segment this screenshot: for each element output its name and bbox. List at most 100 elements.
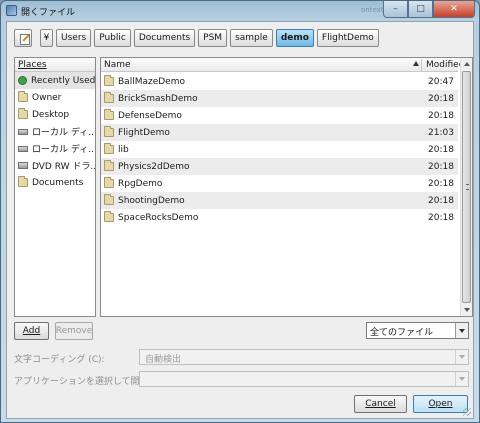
chevron-down-icon <box>455 323 468 338</box>
window-controls: – □ ✕ <box>383 1 475 18</box>
file-name: FlightDemo <box>118 127 170 138</box>
file-name: BrickSmashDemo <box>118 93 198 104</box>
folder-icon <box>104 109 114 120</box>
folder-icon <box>18 176 28 187</box>
folder-icon <box>104 177 114 188</box>
maximize-icon: □ <box>416 4 425 14</box>
place-local-disk-2[interactable]: ローカル ディ... <box>15 140 95 157</box>
scroll-down-icon[interactable] <box>464 308 470 312</box>
file-row[interactable]: SpaceRocksDemo 20:18 <box>101 209 458 226</box>
file-name: ShootingDemo <box>118 195 185 206</box>
path-segment-root[interactable]: ¥ <box>40 29 53 47</box>
minimize-button[interactable]: – <box>383 1 408 18</box>
resize-grip-icon[interactable] <box>463 408 471 416</box>
window-title: 開くファイル <box>21 8 76 18</box>
sort-ascending-icon <box>413 61 419 66</box>
scroll-up-icon[interactable] <box>464 62 470 66</box>
file-modified: 20:47 <box>428 77 454 87</box>
file-row[interactable]: Physics2dDemo 20:18 <box>101 158 458 175</box>
file-name: Physics2dDemo <box>118 161 190 172</box>
cancel-button[interactable]: Cancel <box>354 395 407 413</box>
open-file-dialog: 開くファイル ontext – □ ✕ ¥ Users Public Docum… <box>0 0 480 423</box>
add-bookmark-button[interactable]: Add <box>14 322 49 340</box>
place-label: Owner <box>32 92 62 103</box>
path-segment-psm[interactable]: PSM <box>198 29 228 47</box>
file-modified: 20:18 <box>428 162 454 172</box>
encoding-select[interactable]: 自動検出 <box>139 349 469 365</box>
open-with-app-label: アプリケーションを選択して開く: <box>14 377 152 387</box>
place-local-disk-1[interactable]: ローカル ディ... <box>15 123 95 140</box>
chevron-down-icon <box>455 350 468 364</box>
folder-icon <box>104 160 114 171</box>
file-row[interactable]: lib 20:18 <box>101 141 458 158</box>
folder-icon <box>104 194 114 205</box>
close-icon: ✕ <box>450 4 458 14</box>
place-label: ローカル ディ... <box>32 145 95 155</box>
path-segment-sample[interactable]: sample <box>230 29 273 47</box>
place-label: ローカル ディ... <box>32 128 95 138</box>
title-bar[interactable]: 開くファイル ontext – □ ✕ <box>1 1 479 21</box>
places-header[interactable]: Places <box>15 58 95 72</box>
drive-icon <box>18 128 28 135</box>
place-label: Recently Used <box>31 75 95 86</box>
place-documents[interactable]: Documents <box>15 174 95 191</box>
encoding-label: 文字コーディング (C): <box>14 355 105 365</box>
file-list-scrollbar[interactable] <box>460 58 472 316</box>
file-modified: 20:18 <box>428 111 454 121</box>
file-type-filter[interactable]: 全てのファイル <box>366 322 469 339</box>
places-panel: Places Recently Used Owner Desktop ローカル … <box>14 57 96 317</box>
pencil-icon <box>19 33 30 45</box>
file-row[interactable]: DefenseDemo 20:18 <box>101 107 458 124</box>
column-divider <box>421 59 422 71</box>
file-name: BallMazeDemo <box>118 76 185 87</box>
modified-column-header[interactable]: Modified <box>426 60 464 70</box>
remove-bookmark-button[interactable]: Remove <box>55 322 93 340</box>
scrollbar-thumb[interactable] <box>462 71 471 303</box>
minimize-icon: – <box>393 4 398 14</box>
place-desktop[interactable]: Desktop <box>15 106 95 123</box>
folder-icon <box>104 143 114 154</box>
place-label: Documents <box>32 177 84 188</box>
close-button[interactable]: ✕ <box>433 1 475 18</box>
dialog-body: ¥ Users Public Documents PSM sample demo… <box>6 21 474 419</box>
file-type-filter-value: 全てのファイル <box>370 328 434 338</box>
place-owner[interactable]: Owner <box>15 89 95 106</box>
path-segment-users[interactable]: Users <box>56 29 92 47</box>
file-modified: 20:18 <box>428 196 454 206</box>
file-name: SpaceRocksDemo <box>118 212 199 223</box>
file-rows: BallMazeDemo 20:47 BrickSmashDemo 20:18 De… <box>101 73 458 226</box>
path-segment-flightdemo[interactable]: FlightDemo <box>316 29 379 47</box>
folder-icon <box>104 92 114 103</box>
path-segment-demo[interactable]: demo <box>275 29 314 47</box>
folder-icon <box>18 108 28 119</box>
folder-icon <box>18 91 28 102</box>
file-row[interactable]: RpgDemo 20:18 <box>101 175 458 192</box>
path-segment-documents[interactable]: Documents <box>133 29 196 47</box>
name-column-header[interactable]: Name <box>104 60 131 70</box>
file-modified: 20:18 <box>428 94 454 104</box>
folder-icon <box>104 211 114 222</box>
type-location-button[interactable] <box>14 29 32 47</box>
file-row[interactable]: BrickSmashDemo 20:18 <box>101 90 458 107</box>
open-button-label: Open <box>428 399 453 409</box>
file-row[interactable]: ShootingDemo 20:18 <box>101 192 458 209</box>
app-icon <box>6 5 17 16</box>
grip-icon <box>466 184 468 190</box>
file-row[interactable]: BallMazeDemo 20:47 <box>101 73 458 90</box>
remove-button-label: Remove <box>55 326 93 336</box>
background-window-title: ontext <box>361 6 384 14</box>
place-dvd-drive[interactable]: DVD RW ドラ... <box>15 157 95 174</box>
folder-icon <box>104 75 114 86</box>
open-button[interactable]: Open <box>413 395 468 413</box>
encoding-value: 自動検出 <box>145 355 182 365</box>
maximize-button[interactable]: □ <box>408 1 433 18</box>
recently-used-icon <box>18 76 27 85</box>
file-row[interactable]: FlightDemo 21:03 <box>101 124 458 141</box>
place-recently-used[interactable]: Recently Used <box>15 72 95 89</box>
file-list: Name Modified BallMazeDemo 20:47 BrickSma… <box>100 57 473 317</box>
open-with-app-select[interactable] <box>139 371 469 387</box>
add-button-label: Add <box>22 326 41 336</box>
dvd-drive-icon <box>18 162 28 169</box>
file-name: lib <box>118 144 129 155</box>
path-segment-public[interactable]: Public <box>94 29 131 47</box>
